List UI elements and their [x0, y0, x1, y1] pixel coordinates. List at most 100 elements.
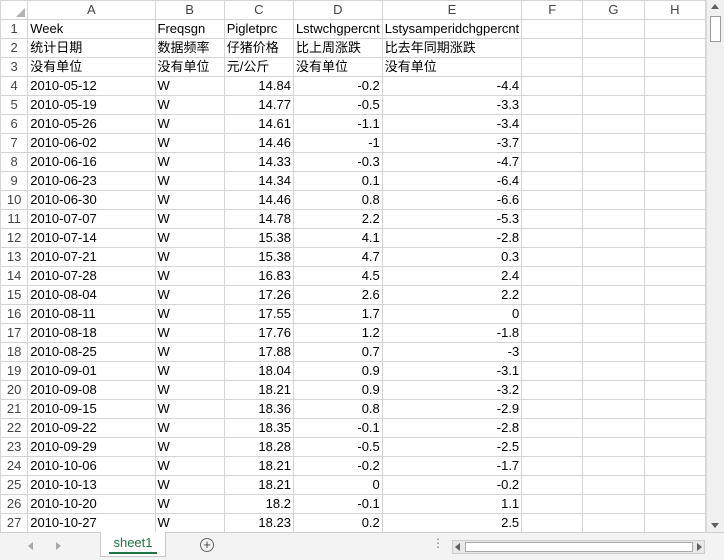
cell[interactable]: 0	[292, 475, 383, 495]
cell[interactable]: -2.9	[381, 399, 523, 419]
cell[interactable]: -0.2	[381, 475, 523, 495]
scroll-down-arrow-icon[interactable]	[711, 523, 719, 528]
cell[interactable]	[643, 494, 706, 514]
row-header[interactable]: 18	[0, 342, 29, 362]
cell[interactable]: -5.3	[381, 209, 523, 229]
cell[interactable]: W	[154, 380, 225, 400]
cell[interactable]	[643, 513, 706, 532]
cell[interactable]	[643, 361, 706, 381]
cell[interactable]: 17.88	[223, 342, 294, 362]
cell[interactable]: -3.4	[381, 114, 523, 134]
cell[interactable]: 18.21	[223, 475, 294, 495]
cell[interactable]	[582, 171, 645, 191]
cell[interactable]	[643, 19, 706, 39]
cell[interactable]	[643, 266, 706, 286]
column-header-d[interactable]: D	[292, 0, 383, 20]
column-header-h[interactable]: H	[643, 0, 706, 20]
cell[interactable]	[582, 57, 645, 77]
cell[interactable]: 0.2	[292, 513, 383, 532]
column-header-e[interactable]: E	[381, 0, 523, 20]
cell[interactable]	[521, 152, 584, 172]
column-header-c[interactable]: C	[223, 0, 294, 20]
cell[interactable]: 2010-09-01	[27, 361, 156, 381]
cell[interactable]	[582, 114, 645, 134]
cell[interactable]: -2.8	[381, 228, 523, 248]
cell[interactable]: Freqsgn	[154, 19, 225, 39]
row-header[interactable]: 19	[0, 361, 29, 381]
cell[interactable]	[643, 247, 706, 267]
cell[interactable]: -0.3	[292, 152, 383, 172]
select-all-corner[interactable]	[0, 0, 29, 20]
cell[interactable]	[521, 285, 584, 305]
cell[interactable]	[582, 285, 645, 305]
cell[interactable]: -1	[292, 133, 383, 153]
cell[interactable]	[521, 190, 584, 210]
cell[interactable]	[643, 342, 706, 362]
cell[interactable]	[582, 475, 645, 495]
cell[interactable]	[582, 38, 645, 58]
row-header[interactable]: 12	[0, 228, 29, 248]
column-header-f[interactable]: F	[521, 0, 584, 20]
cell[interactable]	[643, 399, 706, 419]
row-header[interactable]: 1	[0, 19, 29, 39]
cell[interactable]: W	[154, 437, 225, 457]
cell[interactable]: W	[154, 76, 225, 96]
cell[interactable]	[643, 190, 706, 210]
cell[interactable]: 2010-05-12	[27, 76, 156, 96]
cell[interactable]: 2010-07-14	[27, 228, 156, 248]
cell[interactable]: 2010-08-25	[27, 342, 156, 362]
cell[interactable]	[582, 380, 645, 400]
row-header[interactable]: 3	[0, 57, 29, 77]
cell[interactable]: -1.7	[381, 456, 523, 476]
cell[interactable]: 0.8	[292, 190, 383, 210]
cell[interactable]	[521, 57, 584, 77]
cell[interactable]: 14.33	[223, 152, 294, 172]
cell[interactable]	[582, 494, 645, 514]
cell[interactable]	[643, 171, 706, 191]
cell[interactable]	[521, 361, 584, 381]
cell[interactable]: 18.23	[223, 513, 294, 532]
cell[interactable]: 18.04	[223, 361, 294, 381]
cell[interactable]: Week	[27, 19, 156, 39]
row-header[interactable]: 21	[0, 399, 29, 419]
cell[interactable]: W	[154, 418, 225, 438]
cell[interactable]: 1.7	[292, 304, 383, 324]
cell[interactable]	[521, 38, 584, 58]
cell[interactable]	[521, 114, 584, 134]
cell[interactable]: 0	[381, 304, 523, 324]
cell[interactable]: 2010-06-16	[27, 152, 156, 172]
cell[interactable]: 没有单位	[27, 57, 156, 77]
cell[interactable]	[521, 513, 584, 532]
cell[interactable]	[643, 38, 706, 58]
cell[interactable]: W	[154, 342, 225, 362]
cell[interactable]: W	[154, 456, 225, 476]
cell[interactable]: -0.1	[292, 418, 383, 438]
cell[interactable]: 2010-09-29	[27, 437, 156, 457]
spreadsheet-grid[interactable]: A B C D E F G H 1 Week Freqsgn Pigletprc Lst…	[0, 0, 706, 532]
cell[interactable]	[521, 266, 584, 286]
cell[interactable]: 14.78	[223, 209, 294, 229]
scroll-right-arrow-icon[interactable]	[697, 543, 702, 551]
cell[interactable]	[582, 247, 645, 267]
cell[interactable]	[521, 171, 584, 191]
cell[interactable]: W	[154, 190, 225, 210]
vertical-scroll-thumb[interactable]	[710, 16, 721, 42]
cell[interactable]: 0.7	[292, 342, 383, 362]
cell[interactable]: 2010-10-20	[27, 494, 156, 514]
cell[interactable]: 4.7	[292, 247, 383, 267]
cell[interactable]: W	[154, 323, 225, 343]
cell[interactable]: W	[154, 494, 225, 514]
next-sheet-arrow-icon[interactable]	[56, 542, 61, 550]
cell[interactable]	[521, 494, 584, 514]
cell[interactable]	[521, 133, 584, 153]
cell[interactable]: -0.1	[292, 494, 383, 514]
cell[interactable]: 2010-06-30	[27, 190, 156, 210]
cell[interactable]	[643, 437, 706, 457]
cell[interactable]	[582, 437, 645, 457]
cell[interactable]: 2010-07-28	[27, 266, 156, 286]
row-header[interactable]: 24	[0, 456, 29, 476]
cell[interactable]: 0.9	[292, 361, 383, 381]
cell[interactable]: 2010-10-13	[27, 475, 156, 495]
cell[interactable]: -4.7	[381, 152, 523, 172]
cell[interactable]: -4.4	[381, 76, 523, 96]
